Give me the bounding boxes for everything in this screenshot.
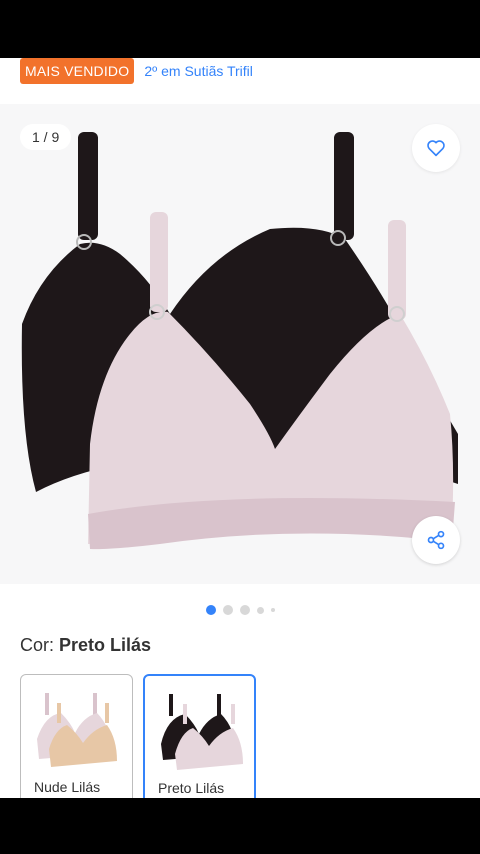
variant-thumbnail [161, 694, 243, 770]
image-counter: 1 / 9 [20, 124, 72, 150]
product-gallery[interactable]: 1 / 9 [0, 104, 480, 584]
selected-color: Cor: Preto Lilás [20, 635, 151, 656]
color-variants: Nude Lilás Preto Lilás [20, 674, 256, 798]
category-rank-link[interactable]: 2º em Sutiãs Trifil [144, 63, 253, 79]
product-image[interactable] [0, 104, 480, 584]
variant-label: Preto Lilás [158, 780, 225, 796]
bestseller-badge: MAIS VENDIDO [20, 58, 135, 84]
color-value: Preto Lilás [59, 635, 152, 655]
status-bar [0, 0, 480, 58]
share-icon [427, 530, 445, 550]
favorite-button[interactable] [412, 124, 460, 172]
pagination-dot[interactable] [222, 605, 233, 615]
gallery-pagination [0, 604, 480, 616]
variant-thumbnail [37, 693, 117, 767]
variant-nude-lilas[interactable]: Nude Lilás [20, 674, 133, 798]
highlight-row: MAIS VENDIDO 2º em Sutiãs Trifil [20, 58, 253, 84]
pagination-dot[interactable] [239, 605, 250, 615]
variant-preto-lilas[interactable]: Preto Lilás [143, 674, 256, 798]
share-button[interactable] [412, 516, 460, 564]
pagination-dot[interactable] [256, 606, 264, 614]
color-label: Cor: [20, 635, 55, 655]
pagination-dot[interactable] [205, 605, 216, 615]
product-page: MAIS VENDIDO 2º em Sutiãs Trifil 1 / 9 C… [0, 58, 480, 798]
variant-label: Nude Lilás [34, 779, 101, 795]
pagination-dot[interactable] [270, 608, 275, 612]
navigation-bar [0, 798, 480, 854]
heart-icon [427, 140, 445, 157]
